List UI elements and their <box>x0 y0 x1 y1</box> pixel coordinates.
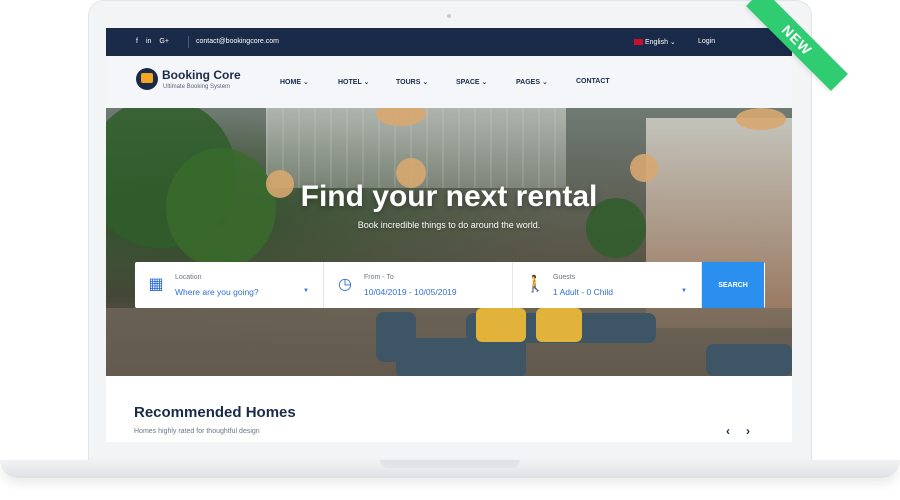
menu-item-pages[interactable]: PAGES ⌄ <box>516 78 576 86</box>
hero-photo-chair <box>396 338 526 376</box>
topbar-divider <box>188 36 189 48</box>
social-links: f in G+ <box>136 38 169 45</box>
hero-photo-pillow <box>536 308 582 342</box>
facebook-icon[interactable]: f <box>136 38 138 45</box>
google-plus-icon[interactable]: G+ <box>159 38 169 45</box>
guests-label: Guests <box>553 274 576 281</box>
menu-label: HOTEL <box>338 79 362 86</box>
menu-item-tours[interactable]: TOURS ⌄ <box>396 78 456 86</box>
menu-label: HOME <box>280 79 301 86</box>
map-icon: ▦ <box>148 276 164 293</box>
menu-item-contact[interactable]: CONTACT <box>576 78 636 86</box>
date-range-field[interactable]: ◷ From - To 10/04/2019 - 10/05/2019 <box>324 262 513 308</box>
section-title: Recommended Homes <box>134 404 296 421</box>
guests-field[interactable]: 🚶 Guests 1 Adult - 0 Child ▼ <box>513 262 702 308</box>
logo-inner <box>141 73 153 83</box>
menu-bar: HOME ⌄ HOTEL ⌄ TOURS ⌄ SPACE ⌄ PAGES ⌄ C… <box>280 78 636 86</box>
browser-screen: f in G+ contact@bookingcore.com English … <box>106 28 792 442</box>
date-range-label: From - To <box>364 274 394 281</box>
menu-label: TOURS <box>396 79 421 86</box>
next-arrow-icon[interactable]: › <box>746 424 750 438</box>
hero-photo-lamp <box>630 154 658 182</box>
logo-icon[interactable] <box>136 68 158 90</box>
section-subtitle: Homes highly rated for thoughtful design <box>134 428 260 435</box>
hero-title: Find your next rental <box>300 180 598 213</box>
carousel-controls: ‹ › <box>726 424 750 438</box>
menu-item-hotel[interactable]: HOTEL ⌄ <box>338 78 396 86</box>
hero-banner: Find your next rental Book incredible th… <box>106 108 792 376</box>
language-selector[interactable]: English ⌄ <box>634 38 676 46</box>
location-label: Location <box>175 274 202 281</box>
guests-input[interactable]: 1 Adult - 0 Child <box>553 287 613 297</box>
location-input[interactable]: Where are you going? <box>175 287 259 297</box>
hero-photo-lamp <box>736 108 786 130</box>
contact-email-link[interactable]: contact@bookingcore.com <box>196 38 279 45</box>
login-link[interactable]: Login <box>698 38 715 45</box>
menu-label: SPACE <box>456 79 480 86</box>
walker-icon: 🚶 <box>525 276 545 293</box>
menu-item-home[interactable]: HOME ⌄ <box>280 78 338 86</box>
hero-photo-pillow <box>476 308 526 342</box>
prev-arrow-icon[interactable]: ‹ <box>726 424 730 438</box>
caret-down-icon: ▼ <box>303 288 309 294</box>
hero-subtitle: Book incredible things to do around the … <box>357 220 541 230</box>
clock-icon: ◷ <box>338 276 352 293</box>
linkedin-icon[interactable]: in <box>146 38 151 45</box>
brand-name[interactable]: Booking Core <box>162 68 241 82</box>
caret-down-icon: ▼ <box>681 288 687 294</box>
main-nav: Booking Core Ultimate Booking System HOM… <box>106 56 792 108</box>
hero-photo-chair <box>706 344 792 376</box>
laptop-base <box>0 460 900 486</box>
top-bar: f in G+ contact@bookingcore.com English … <box>106 28 792 56</box>
search-button[interactable]: SEARCH <box>702 262 764 308</box>
date-range-input[interactable]: 10/04/2019 - 10/05/2019 <box>364 287 457 297</box>
laptop-notch <box>380 460 520 468</box>
location-field[interactable]: ▦ Location Where are you going? ▼ <box>135 262 324 308</box>
camera-dot <box>447 14 451 18</box>
brand-tagline: Ultimate Booking System <box>163 84 231 90</box>
menu-label: PAGES <box>516 79 540 86</box>
language-label: English <box>645 39 668 46</box>
uk-flag-icon <box>634 39 643 46</box>
search-form: ▦ Location Where are you going? ▼ ◷ From… <box>135 262 765 308</box>
menu-item-space[interactable]: SPACE ⌄ <box>456 78 516 86</box>
